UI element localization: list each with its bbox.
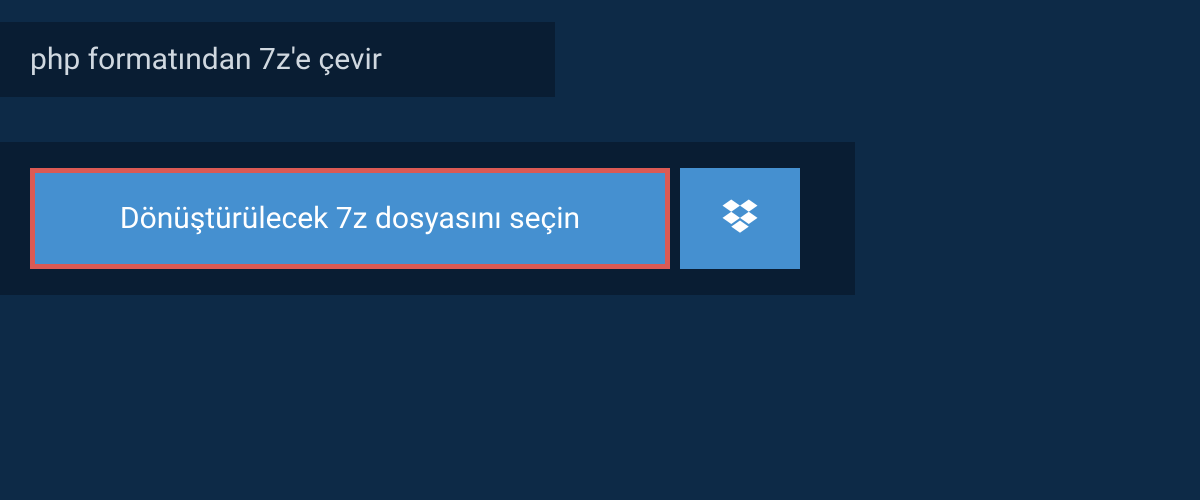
select-file-button[interactable]: Dönüştürülecek 7z dosyasını seçin (30, 168, 670, 269)
page-title: php formatından 7z'e çevir (30, 42, 382, 77)
page-title-tab: php formatından 7z'e çevir (0, 22, 555, 97)
dropbox-icon (719, 196, 761, 242)
upload-panel: Dönüştürülecek 7z dosyasını seçin (0, 142, 855, 295)
select-file-button-label: Dönüştürülecek 7z dosyasını seçin (120, 201, 580, 236)
dropbox-button[interactable] (680, 168, 800, 269)
